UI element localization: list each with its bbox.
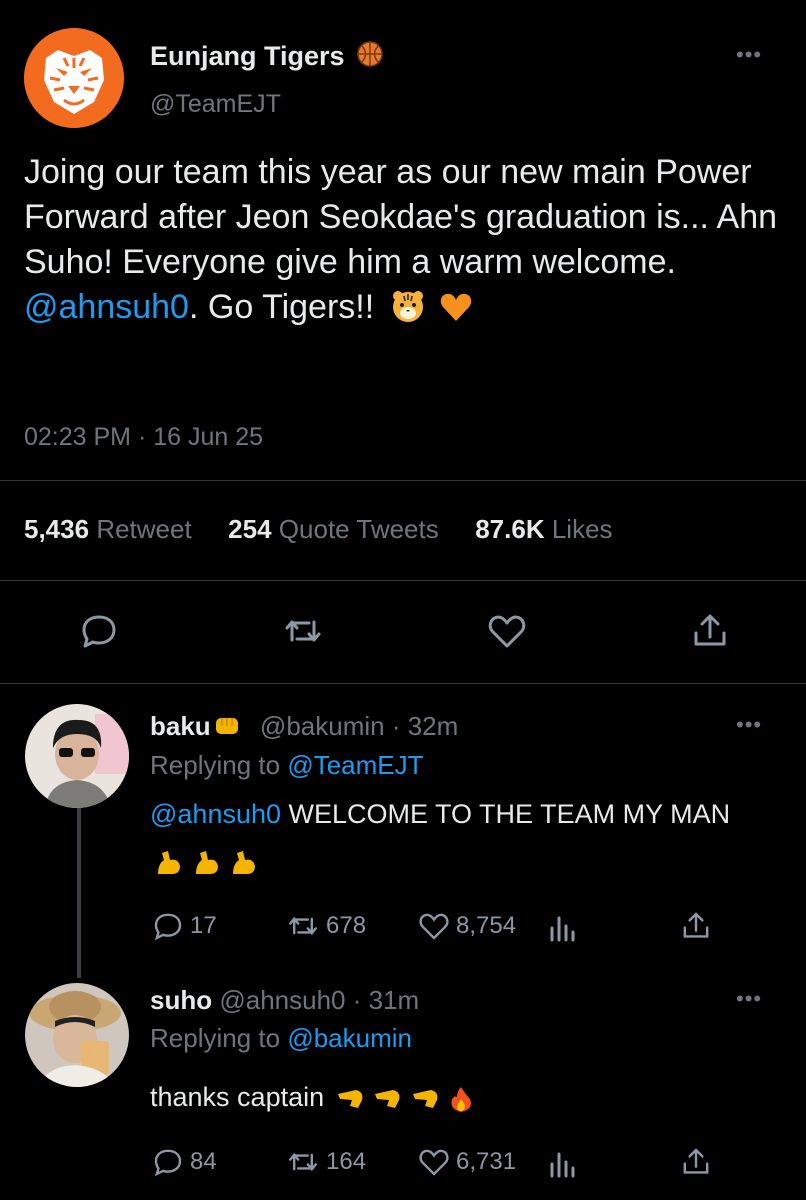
account-handle[interactable]: @TeamEJT (150, 90, 281, 119)
retweet-count: 164 (326, 1148, 367, 1175)
reply-text: thanks captain (150, 1074, 770, 1121)
like-icon[interactable] (487, 611, 527, 651)
divider (0, 480, 806, 481)
flexed-biceps-emoji (158, 850, 180, 874)
user-photo-icon (25, 704, 129, 808)
fire-emoji (451, 1086, 472, 1112)
saluting-hand-emoji (337, 1089, 363, 1108)
retweet-count-button[interactable]: 164 (286, 1146, 366, 1178)
retweet-icon[interactable] (283, 611, 323, 651)
tweet-text-tail: . Go Tigers!! (188, 288, 375, 326)
basketball-icon (357, 41, 383, 67)
like-count-button[interactable]: 8,754 (418, 910, 516, 942)
reply-author-name[interactable]: baku (150, 711, 211, 741)
retweet-stat[interactable]: 5,436 Retweet (24, 514, 192, 544)
quote-stat[interactable]: 254 Quote Tweets (228, 514, 439, 544)
reply-author-handle[interactable]: @ahnsuh0 (219, 985, 345, 1015)
more-icon[interactable]: ••• (736, 42, 762, 68)
like-count: 6,731 (456, 1148, 517, 1175)
retweet-count: 678 (326, 912, 367, 939)
tweet-stats: 5,436 Retweet 254 Quote Tweets 87.6K Lik… (24, 514, 613, 545)
like-icon (419, 1149, 449, 1176)
replying-to-link[interactable]: @TeamEJT (287, 750, 423, 780)
reply-author-handle[interactable]: @bakumin (260, 711, 385, 741)
replying-to: Replying to @TeamEJT (150, 750, 424, 780)
mention-link[interactable]: @ahnsuh0 (24, 288, 189, 326)
retweet-count-button[interactable]: 678 (286, 910, 366, 942)
divider (0, 580, 806, 581)
more-icon[interactable]: ••• (736, 986, 762, 1012)
more-icon[interactable]: ••• (736, 712, 762, 738)
flexed-biceps-emojis (154, 846, 259, 876)
avatar[interactable] (25, 704, 129, 808)
like-count: 8,754 (456, 912, 517, 939)
tweet-timestamp[interactable]: 02:23 PM · 16 Jun 25 (24, 423, 263, 452)
reply-count: 17 (190, 912, 217, 939)
team-avatar[interactable] (24, 28, 124, 128)
account-name[interactable]: Eunjang Tigers (150, 40, 384, 72)
analytics-icon[interactable] (548, 912, 578, 942)
divider (0, 683, 806, 684)
tweet-text-body: Joing our team this year as our new main… (24, 153, 778, 281)
avatar[interactable] (25, 983, 129, 1087)
mention-link[interactable]: @ahnsuh0 (150, 799, 281, 829)
flexed-biceps-emoji (195, 850, 218, 874)
like-icon (419, 913, 449, 940)
reply-count-button[interactable]: 84 (152, 1146, 217, 1178)
retweet-icon (289, 916, 317, 936)
share-icon[interactable] (680, 910, 712, 942)
tiger-logo-icon (24, 28, 124, 128)
user-photo-icon (25, 983, 129, 1087)
reply-header: suho @ahnsuh0 · 31m (150, 985, 419, 1016)
likes-stat[interactable]: 87.6K Likes (475, 514, 612, 544)
reply-icon (154, 913, 182, 941)
saluting-hand-emoji (375, 1089, 400, 1108)
tiger-face-emoji (392, 291, 423, 322)
share-icon[interactable] (680, 1146, 712, 1178)
analytics-icon[interactable] (548, 1148, 578, 1178)
tweet-text: Joing our team this year as our new main… (24, 150, 784, 330)
reply-count-button[interactable]: 17 (152, 910, 217, 942)
salute-emojis (336, 1082, 475, 1112)
like-count-button[interactable]: 6,731 (418, 1146, 516, 1178)
reply-time: · 31m (352, 985, 420, 1015)
reply-time: · 32m (391, 711, 459, 741)
share-icon[interactable] (690, 611, 730, 651)
thread-line (77, 808, 81, 978)
reply-text: @ahnsuh0 WELCOME TO THE TEAM MY MAN (150, 791, 770, 885)
reply-icon (154, 1149, 182, 1177)
flexed-biceps-emoji (233, 850, 256, 874)
reply-header: baku @bakumin · 32m (150, 711, 458, 742)
account-name-text: Eunjang Tigers (150, 41, 345, 71)
retweet-icon (289, 1152, 317, 1172)
saluting-hand-emoji (412, 1089, 438, 1108)
reply-count: 84 (190, 1148, 217, 1175)
fist-emoji (215, 718, 238, 734)
replying-to: Replying to @bakumin (150, 1023, 412, 1053)
reply-author-name[interactable]: suho (150, 985, 212, 1015)
orange-heart-emoji (440, 293, 472, 321)
reply-icon[interactable] (79, 611, 119, 651)
replying-to-link[interactable]: @bakumin (287, 1023, 412, 1053)
